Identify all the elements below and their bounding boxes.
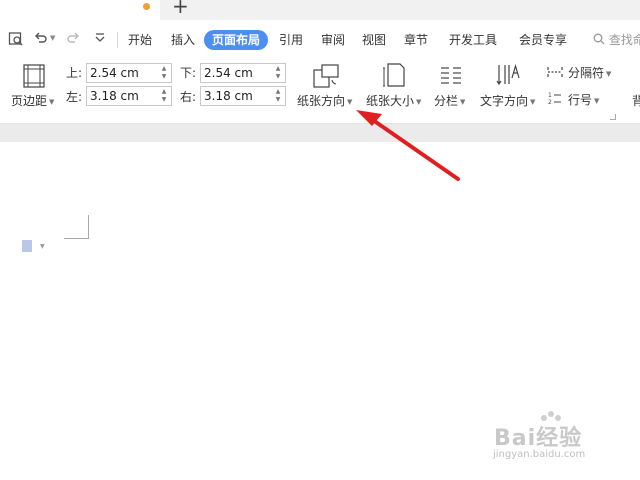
watermark-url: jingyan.baidu.com	[493, 449, 586, 460]
watermark-brand: Bai经验	[494, 426, 583, 451]
